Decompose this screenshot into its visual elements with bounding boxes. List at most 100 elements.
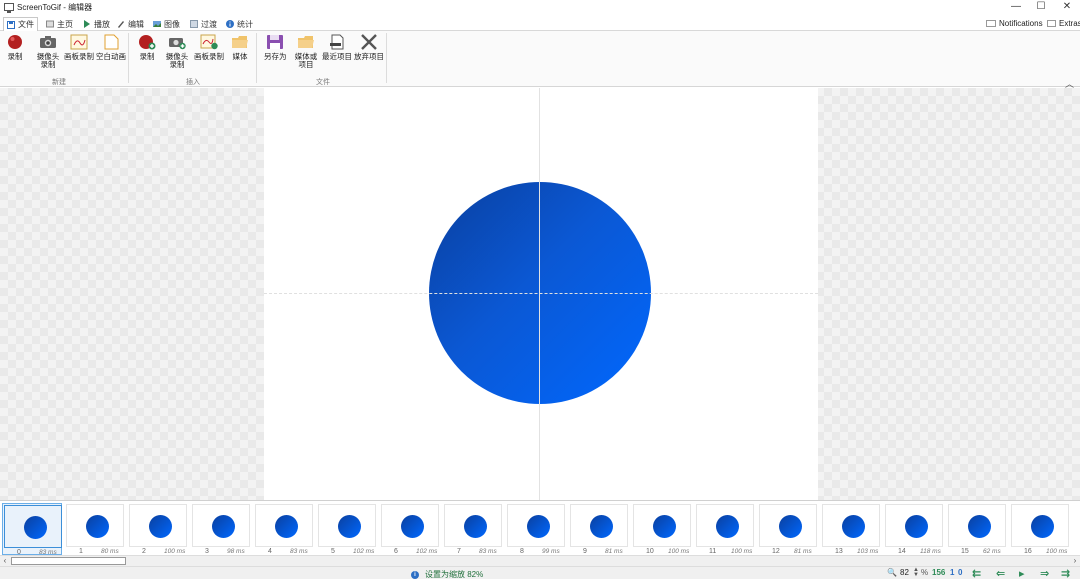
button-label: 摄像头 录制 xyxy=(165,52,189,69)
frame-thumbnail[interactable]: 13 103 ms xyxy=(821,503,881,555)
save-as-button[interactable]: 另存为 xyxy=(264,34,287,61)
frame-delay: 83 ms xyxy=(290,548,308,555)
frame-thumbnail[interactable]: 9 81 ms xyxy=(569,503,629,555)
frame-circle xyxy=(527,515,550,538)
frame-thumbnail[interactable]: 6 102 ms xyxy=(380,503,440,555)
frame-circle xyxy=(968,515,991,538)
camera-icon xyxy=(40,36,56,48)
scroll-right-icon[interactable]: › xyxy=(1070,556,1080,566)
frame-number: 2 xyxy=(142,548,146,555)
button-label: 媒体或 项目 xyxy=(294,52,318,69)
frame-thumbnail[interactable]: 1 80 ms xyxy=(65,503,125,555)
extras-link[interactable]: Extras xyxy=(1047,17,1080,29)
tab-edit[interactable]: 编辑 xyxy=(114,17,147,31)
group-label-file: 文件 xyxy=(316,79,330,86)
frame-thumbnail[interactable]: 12 81 ms xyxy=(758,503,818,555)
frame-image xyxy=(255,504,313,547)
extras-icon xyxy=(1047,19,1056,27)
frame-image xyxy=(381,504,439,547)
tab-transition[interactable]: 过渡 xyxy=(187,17,220,31)
frame-preview xyxy=(264,88,818,500)
frame-thumbnail[interactable]: 15 62 ms xyxy=(947,503,1007,555)
recent-projects-button[interactable]: 最近项目 xyxy=(322,34,352,61)
close-button[interactable]: ✕ xyxy=(1055,0,1079,14)
frame-delay: 102 ms xyxy=(416,548,438,555)
new-webcam-button[interactable]: 摄像头 录制 xyxy=(36,34,60,69)
frame-image xyxy=(129,504,187,547)
zoom-stepper[interactable]: ▲ ▼ xyxy=(913,567,919,578)
frame-image xyxy=(1011,504,1069,547)
frame-thumbnail[interactable]: 14 118 ms xyxy=(884,503,944,555)
frame-circle xyxy=(464,515,487,538)
tab-file[interactable]: 文件 xyxy=(3,17,38,32)
frame-thumbnail[interactable]: 8 99 ms xyxy=(506,503,566,555)
frame-thumbnail[interactable]: 3 98 ms xyxy=(191,503,251,555)
last-frame-icon[interactable]: ⇉ xyxy=(1061,567,1070,579)
frame-thumbnail[interactable]: 16 100 ms xyxy=(1010,503,1070,555)
play-frame-icon[interactable]: ▸ xyxy=(1019,567,1025,579)
tab-image[interactable]: 图像 xyxy=(150,17,183,31)
media-or-project-button[interactable]: 媒体或 项目 xyxy=(294,34,318,69)
frame-thumbnail[interactable]: 0 83 ms xyxy=(2,503,62,555)
notifications-link[interactable]: Notifications xyxy=(986,17,1043,29)
editor-canvas[interactable] xyxy=(0,88,1080,500)
new-board-button[interactable]: 画板录制 xyxy=(64,34,94,61)
frame-delay: 81 ms xyxy=(605,548,623,555)
frame-thumbnail[interactable]: 10 100 ms xyxy=(632,503,692,555)
frame-thumbnail[interactable]: 2 100 ms xyxy=(128,503,188,555)
frame-thumbnail[interactable]: 5 102 ms xyxy=(317,503,377,555)
insert-media-button[interactable]: 媒体 xyxy=(231,34,249,61)
record-icon xyxy=(8,35,22,49)
tab-play[interactable]: 播放 xyxy=(80,17,113,31)
tab-statistics[interactable]: 统计 xyxy=(223,17,256,31)
frame-circle xyxy=(842,515,865,538)
recent-file-icon xyxy=(330,34,344,50)
frame-circle xyxy=(401,515,424,538)
zoom-value[interactable]: 82 xyxy=(900,568,909,577)
frame-delay: 100 ms xyxy=(668,548,690,555)
info-icon: i xyxy=(411,570,419,579)
new-blank-animation-button[interactable]: 空白动画 xyxy=(96,34,126,61)
camera-insert-icon xyxy=(169,38,186,50)
frame-thumbnail[interactable]: 7 83 ms xyxy=(443,503,503,555)
button-label: 画板录制 xyxy=(64,52,94,61)
insert-board-button[interactable]: 画板录制 xyxy=(194,34,224,61)
next-frame-icon[interactable]: ⇒ xyxy=(1040,567,1049,579)
frame-thumbnail[interactable]: 4 83 ms xyxy=(254,503,314,555)
blank-file-icon xyxy=(104,34,119,50)
scroll-left-icon[interactable]: ‹ xyxy=(0,556,10,566)
current-frame: 0 xyxy=(958,568,963,577)
minimize-button[interactable]: — xyxy=(1004,0,1028,14)
maximize-button[interactable]: ☐ xyxy=(1029,0,1053,14)
first-frame-icon[interactable]: ⇇ xyxy=(972,567,981,579)
frame-circle xyxy=(653,515,676,538)
frame-number: 6 xyxy=(394,548,398,555)
group-label-new: 新建 xyxy=(52,79,66,86)
insert-record-button[interactable]: 录制 xyxy=(138,34,156,61)
frame-number: 15 xyxy=(961,548,969,555)
frame-image xyxy=(4,505,62,548)
frame-delay: 80 ms xyxy=(101,548,119,555)
button-label: 画板录制 xyxy=(194,52,224,61)
frame-image xyxy=(318,504,376,547)
zoom-icon[interactable]: 🔍 xyxy=(887,568,897,577)
frame-delay: 83 ms xyxy=(479,548,497,555)
previous-frame-icon[interactable]: ⇐ xyxy=(996,567,1005,579)
button-label: 媒体 xyxy=(232,52,248,61)
frame-thumbnail[interactable]: 11 100 ms xyxy=(695,503,755,555)
button-label: 录制 xyxy=(139,52,155,61)
group-separator xyxy=(386,33,387,83)
discard-project-button[interactable]: 放弃项目 xyxy=(354,34,384,61)
tab-home[interactable]: 主页 xyxy=(43,17,76,31)
group-separator xyxy=(256,33,257,83)
horizontal-scrollbar[interactable]: ‹ › xyxy=(0,555,1080,566)
frame-list[interactable]: 0 83 ms 1 80 ms 2 100 ms 3 98 ms 4 83 ms 5 102 ms 6 1… xyxy=(0,500,1080,555)
scroll-thumb[interactable] xyxy=(11,557,126,565)
frame-circle xyxy=(86,515,109,538)
frame-number: 5 xyxy=(331,548,335,555)
insert-webcam-button[interactable]: 摄像头 录制 xyxy=(165,34,189,69)
new-record-button[interactable]: 录制 xyxy=(6,34,24,61)
frame-delay: 99 ms xyxy=(542,548,560,555)
notifications-icon xyxy=(986,19,996,27)
status-bar: i 设置为缩放 82% 🔍 82 ▲ ▼ % 156 1 0 ⇇ ⇐ ▸ ⇒ ⇉ xyxy=(0,566,1080,579)
